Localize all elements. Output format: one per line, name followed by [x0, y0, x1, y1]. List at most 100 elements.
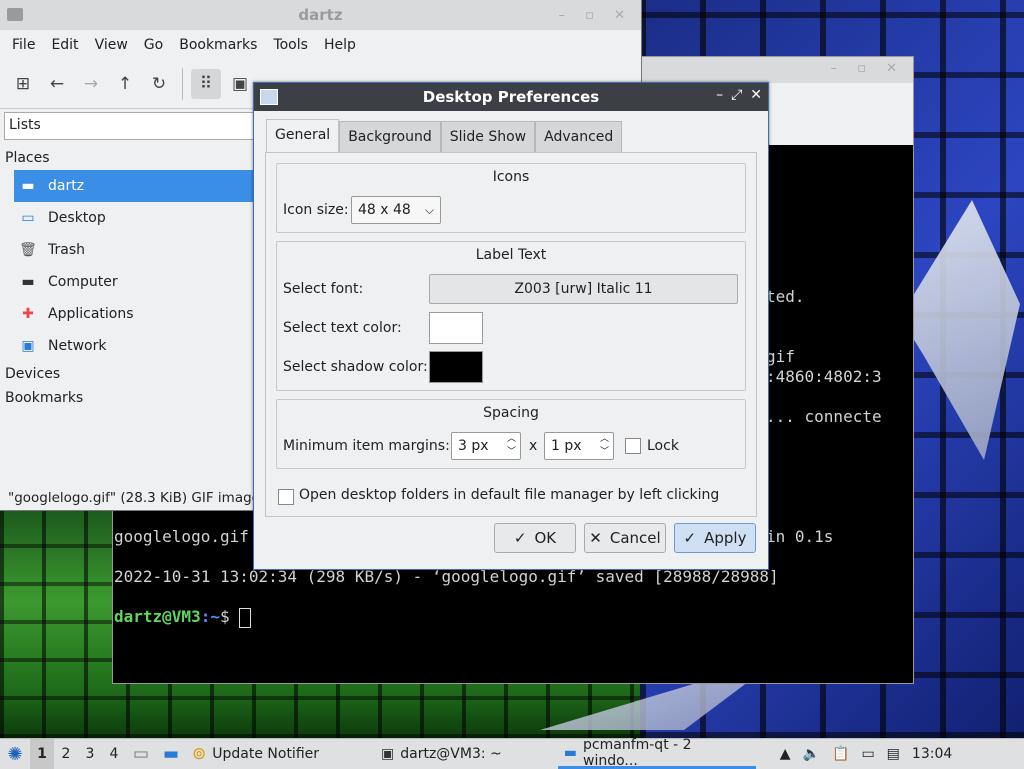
home-folder-icon: ▬ — [21, 178, 35, 194]
toolbar-separator — [182, 68, 183, 100]
network-icon: ▣ — [21, 338, 35, 354]
place-label: Computer — [48, 274, 118, 290]
task-label: pcmanfm-qt - 2 windo... — [583, 736, 692, 769]
new-tab-icon[interactable]: ⊞ — [8, 69, 38, 99]
place-item-dartz[interactable]: ▬ dartz — [14, 170, 254, 202]
workspace-3[interactable]: 3 — [78, 746, 102, 762]
tab-slide-show[interactable]: Slide Show — [440, 121, 536, 152]
icon-view-icon[interactable]: ⠿ — [191, 69, 221, 99]
cancel-button[interactable]: ✕ Cancel — [584, 523, 666, 553]
menu-view[interactable]: View — [87, 37, 136, 53]
prompt-path: :~ — [200, 607, 220, 626]
place-item-computer[interactable]: ▬ Computer — [0, 266, 254, 298]
place-label: Desktop — [48, 210, 106, 226]
file-manager-window-controls[interactable]: – ▫ ✕ — [559, 8, 633, 23]
file-manager-launcher-icon[interactable]: ▭ — [126, 739, 156, 769]
scroll-up-icon[interactable]: ▲ — [780, 746, 791, 762]
menu-go[interactable]: Go — [136, 37, 171, 53]
computer-icon: ▬ — [21, 274, 35, 290]
reload-icon[interactable]: ↻ — [144, 69, 174, 99]
checkmark-icon: ✓ — [513, 529, 527, 547]
forward-arrow-icon[interactable]: → — [76, 69, 106, 99]
network-tray-icon[interactable]: ▭ — [861, 746, 874, 762]
label-text-group-title: Label Text — [475, 247, 547, 263]
workspace-1[interactable]: 1 — [30, 739, 54, 769]
system-tray: ▲ 🔈 📋 ▭ ▤ 13:04 — [780, 746, 952, 762]
prompt-user: dartz@VM3 — [114, 607, 201, 626]
close-icon[interactable]: ✕ — [750, 87, 762, 103]
times-label: x — [529, 438, 538, 454]
margin-x-spinbox[interactable]: 3 px ︿ ﹀ — [451, 432, 521, 460]
icons-group-title: Icons — [492, 169, 530, 185]
icon-size-label: Icon size: — [283, 202, 349, 218]
spin-arrows-icon[interactable]: ︿ ﹀ — [507, 433, 516, 459]
open-folders-checkbox[interactable] — [278, 489, 294, 505]
margin-y-spinbox[interactable]: 1 px ︿ ﹀ — [544, 432, 614, 460]
clock[interactable]: 13:04 — [912, 746, 952, 762]
spacing-group: Spacing Minimum item margins: 3 px ︿ ﹀ x … — [276, 399, 746, 469]
menu-edit[interactable]: Edit — [43, 37, 86, 53]
menu-tools[interactable]: Tools — [265, 37, 316, 53]
thumbnail-view-icon[interactable]: ▣ — [225, 69, 255, 99]
tab-advanced[interactable]: Advanced — [535, 121, 623, 152]
clipboard-icon[interactable]: 📋 — [832, 746, 849, 762]
volume-icon[interactable]: 🔈 — [803, 746, 820, 762]
lock-checkbox[interactable] — [625, 438, 641, 454]
label-text-group: Label Text Select font: Z003 [urw] Itali… — [276, 241, 746, 391]
places-pane: Places ▬ dartz ▭ Desktop 🗑 Trash ▬ Compu… — [0, 146, 254, 410]
place-item-network[interactable]: ▣ Network — [0, 330, 254, 362]
select-shadow-color-label: Select shadow color: — [283, 359, 428, 375]
icon-size-select[interactable]: 48 x 48 ⌵ — [351, 196, 441, 224]
task-terminal[interactable]: ▣ dartz@VM3: ~ — [375, 739, 508, 769]
terminal-icon: ▣ — [381, 746, 395, 762]
workspace-2[interactable]: 2 — [54, 746, 78, 762]
menu-file[interactable]: File — [4, 37, 43, 53]
margin-y-value: 1 px — [551, 438, 582, 454]
status-bar: "googlelogo.gif" (28.3 KiB) GIF image — [8, 490, 260, 506]
section-devices[interactable]: Devices — [0, 362, 254, 386]
file-manager-titlebar[interactable]: dartz – ▫ ✕ — [0, 0, 641, 30]
section-places[interactable]: Places — [0, 146, 254, 170]
desktop-icon: ▭ — [21, 210, 35, 226]
cancel-x-icon: ✕ — [589, 529, 602, 547]
shadow-color-swatch[interactable] — [429, 351, 483, 383]
menu-bookmarks[interactable]: Bookmarks — [171, 37, 265, 53]
side-pane-mode-select[interactable]: Lists — [4, 112, 256, 140]
show-desktop-icon[interactable]: ▬ — [156, 739, 186, 769]
place-item-applications[interactable]: ✚ Applications — [0, 298, 254, 330]
terminal-line: googlelogo.gif — [114, 527, 249, 546]
tab-general[interactable]: General — [266, 119, 340, 152]
section-bookmarks[interactable]: Bookmarks — [0, 386, 254, 410]
ok-label: OK — [534, 529, 557, 547]
dialog-titlebar[interactable]: Desktop Preferences – ⤢ ✕ — [254, 83, 768, 111]
applications-icon: ✚ — [22, 306, 34, 322]
task-pcmanfm[interactable]: ▬ pcmanfm-qt - 2 windo... — [557, 736, 756, 769]
place-item-desktop[interactable]: ▭ Desktop — [0, 202, 254, 234]
checkmark-icon: ✓ — [683, 529, 697, 547]
apply-button[interactable]: ✓ Apply — [674, 523, 756, 553]
terminal-line: ... connecte — [766, 407, 882, 426]
place-label: Trash — [48, 242, 85, 258]
ok-button[interactable]: ✓ OK — [494, 523, 576, 553]
place-item-trash[interactable]: 🗑 Trash — [0, 234, 254, 266]
menu-help[interactable]: Help — [316, 37, 364, 53]
font-chooser-button[interactable]: Z003 [urw] Italic 11 — [429, 274, 738, 304]
place-label: dartz — [48, 178, 85, 194]
text-color-swatch[interactable] — [429, 312, 483, 344]
desktop-preferences-dialog[interactable]: Desktop Preferences – ⤢ ✕ General Backgr… — [253, 82, 769, 570]
up-arrow-icon[interactable]: ↑ — [110, 69, 140, 99]
start-menu-icon[interactable]: ✺ — [0, 739, 30, 769]
updates-icon[interactable]: ▤ — [887, 746, 900, 762]
minimum-margins-label: Minimum item margins: — [283, 438, 450, 454]
minimize-icon[interactable]: – — [716, 87, 723, 103]
select-text-color-label: Select text color: — [283, 320, 402, 336]
workspace-4[interactable]: 4 — [102, 746, 126, 762]
task-update-notifier[interactable]: ⊚ Update Notifier — [186, 739, 325, 769]
tab-background[interactable]: Background — [339, 121, 441, 152]
maximize-icon[interactable]: ⤢ — [731, 87, 742, 103]
terminal-line: :4860:4802:3 — [766, 367, 882, 386]
spin-arrows-icon[interactable]: ︿ ﹀ — [600, 433, 609, 459]
trash-icon: 🗑 — [19, 242, 37, 258]
icons-group: Icons Icon size: 48 x 48 ⌵ — [276, 163, 746, 233]
back-arrow-icon[interactable]: ← — [42, 69, 72, 99]
